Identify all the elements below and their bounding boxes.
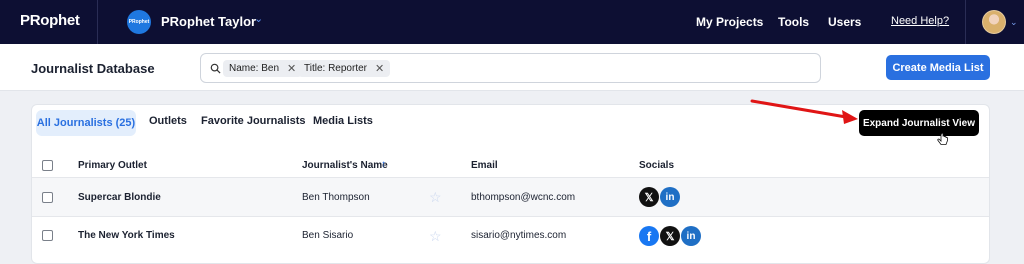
cell-name[interactable]: Ben Thompson <box>302 192 370 203</box>
need-help-link[interactable]: Need Help? <box>891 15 949 27</box>
search-bar[interactable]: Name: Ben ✕ Title: Reporter ✕ <box>200 53 821 83</box>
tab-outlets[interactable]: Outlets <box>149 115 187 127</box>
cell-email[interactable]: bthompson@wcnc.com <box>471 192 575 203</box>
tab-media-lists[interactable]: Media Lists <box>313 115 373 127</box>
column-header-outlet[interactable]: Primary Outlet <box>78 160 147 171</box>
cell-name[interactable]: Ben Sisario <box>302 230 353 241</box>
x-icon[interactable]: 𝕏 <box>660 226 680 246</box>
linkedin-icon[interactable]: in <box>681 226 701 246</box>
cell-email[interactable]: sisario@nytimes.com <box>471 230 566 241</box>
divider <box>97 0 98 44</box>
create-media-list-button[interactable]: Create Media List <box>886 55 990 80</box>
page-title: Journalist Database <box>31 61 155 76</box>
expand-journalist-view-button[interactable]: Expand Journalist View <box>859 110 979 136</box>
star-icon[interactable]: ☆ <box>429 189 442 206</box>
cursor-hand-icon <box>937 133 948 145</box>
column-header-email[interactable]: Email <box>471 160 498 171</box>
chevron-down-icon[interactable]: ⌄ <box>254 12 263 25</box>
filter-chip-title[interactable]: Title: Reporter ✕ <box>298 60 391 77</box>
cell-outlet[interactable]: The New York Times <box>78 230 175 241</box>
tab-favorite-journalists[interactable]: Favorite Journalists <box>201 115 306 127</box>
filter-chip-label: Title: Reporter <box>304 63 367 74</box>
select-all-checkbox[interactable] <box>42 160 53 171</box>
star-icon[interactable]: ☆ <box>429 228 442 245</box>
search-icon <box>210 63 221 74</box>
sort-up-icon[interactable]: ↑ <box>381 159 386 170</box>
filter-chip-label: Name: Ben <box>229 63 280 74</box>
column-header-name[interactable]: Journalist's Name <box>302 160 388 171</box>
user-avatar[interactable] <box>982 10 1006 34</box>
linkedin-icon[interactable]: in <box>660 187 680 207</box>
cell-outlet[interactable]: Supercar Blondie <box>78 192 161 203</box>
workspace-name[interactable]: PRophet Taylor <box>161 14 256 29</box>
workspace-avatar[interactable]: PRophet <box>127 10 151 34</box>
app-logo[interactable]: PRophet <box>20 12 80 29</box>
x-icon[interactable]: 𝕏 <box>639 187 659 207</box>
top-navigation-bar: PRophet PRophet PRophet Taylor ⌄ My Proj… <box>0 0 1024 44</box>
row-checkbox[interactable] <box>42 230 53 241</box>
chevron-down-icon[interactable]: ⌄ <box>1010 17 1018 28</box>
filter-chip-name[interactable]: Name: Ben ✕ <box>223 60 303 77</box>
tab-all-journalists[interactable]: All Journalists (25) <box>36 110 136 136</box>
divider <box>965 0 966 44</box>
close-icon[interactable]: ✕ <box>375 62 384 75</box>
column-header-socials: Socials <box>639 160 675 171</box>
row-checkbox[interactable] <box>42 192 53 203</box>
nav-my-projects[interactable]: My Projects <box>696 15 763 29</box>
facebook-icon[interactable]: f <box>639 226 659 246</box>
nav-tools[interactable]: Tools <box>778 15 809 29</box>
annotation-arrow <box>750 99 858 124</box>
close-icon[interactable]: ✕ <box>287 62 296 75</box>
nav-users[interactable]: Users <box>828 15 861 29</box>
